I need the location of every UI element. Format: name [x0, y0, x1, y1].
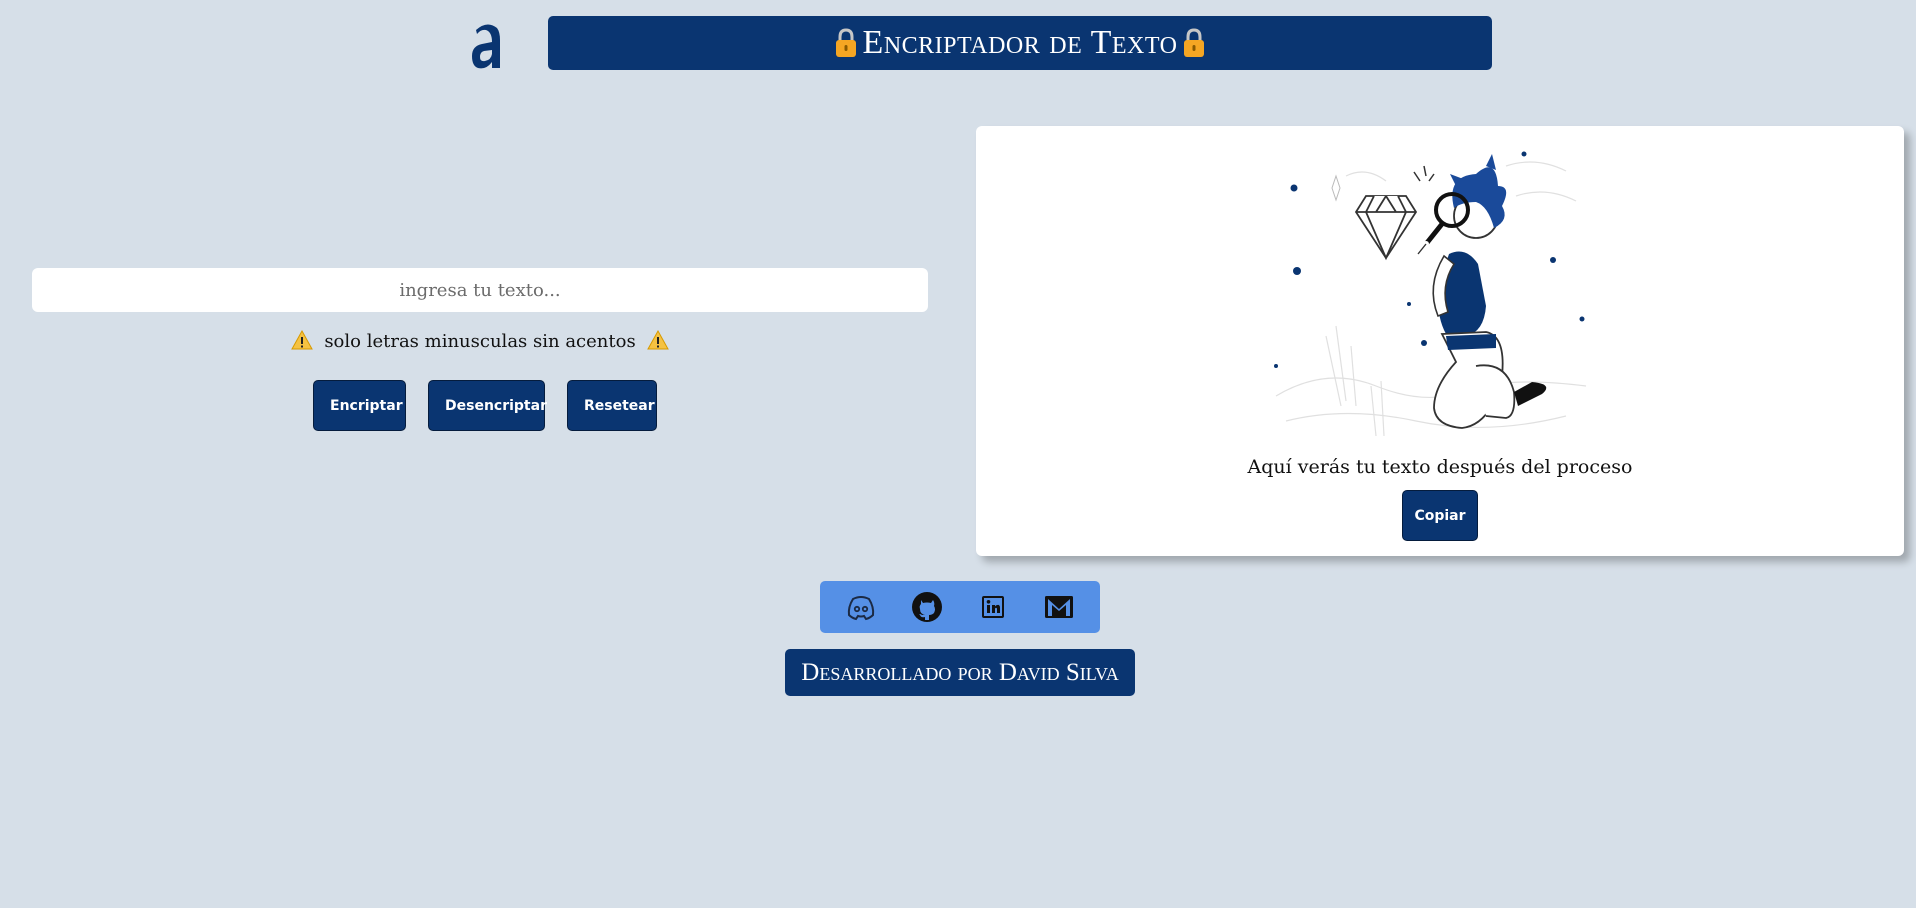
lock-icon — [835, 28, 856, 57]
copy-button[interactable]: Copiar — [1402, 490, 1478, 541]
discord-icon[interactable] — [845, 591, 877, 623]
footer-credit: Desarrollado por David Silva — [785, 649, 1135, 696]
warning-icon — [290, 330, 313, 350]
action-buttons: Encriptar Desencriptar Resetear — [313, 380, 657, 431]
page-title-bar: Encriptador de Texto — [548, 16, 1492, 70]
page-title: Encriptador de Texto — [862, 24, 1178, 61]
decrypt-button[interactable]: Desencriptar — [428, 380, 547, 431]
linkedin-icon[interactable] — [977, 591, 1009, 623]
input-warning: solo letras minusculas sin acentos — [32, 330, 928, 352]
alura-logo-icon — [472, 24, 500, 69]
text-input[interactable] — [32, 268, 928, 312]
warning-text: solo letras minusculas sin acentos — [324, 331, 636, 352]
person-with-magnifier-illustration — [1274, 151, 1587, 437]
lock-icon — [1184, 28, 1205, 57]
warning-icon — [647, 330, 670, 350]
result-text: Aquí verás tu texto después del proceso — [1247, 456, 1633, 478]
result-card: Aquí verás tu texto después del proceso … — [976, 126, 1904, 556]
encrypt-button[interactable]: Encriptar — [313, 380, 406, 431]
social-links-bar — [820, 581, 1100, 633]
reset-button[interactable]: Resetear — [567, 380, 657, 431]
gmail-icon[interactable] — [1043, 591, 1075, 623]
github-icon[interactable] — [911, 591, 943, 623]
